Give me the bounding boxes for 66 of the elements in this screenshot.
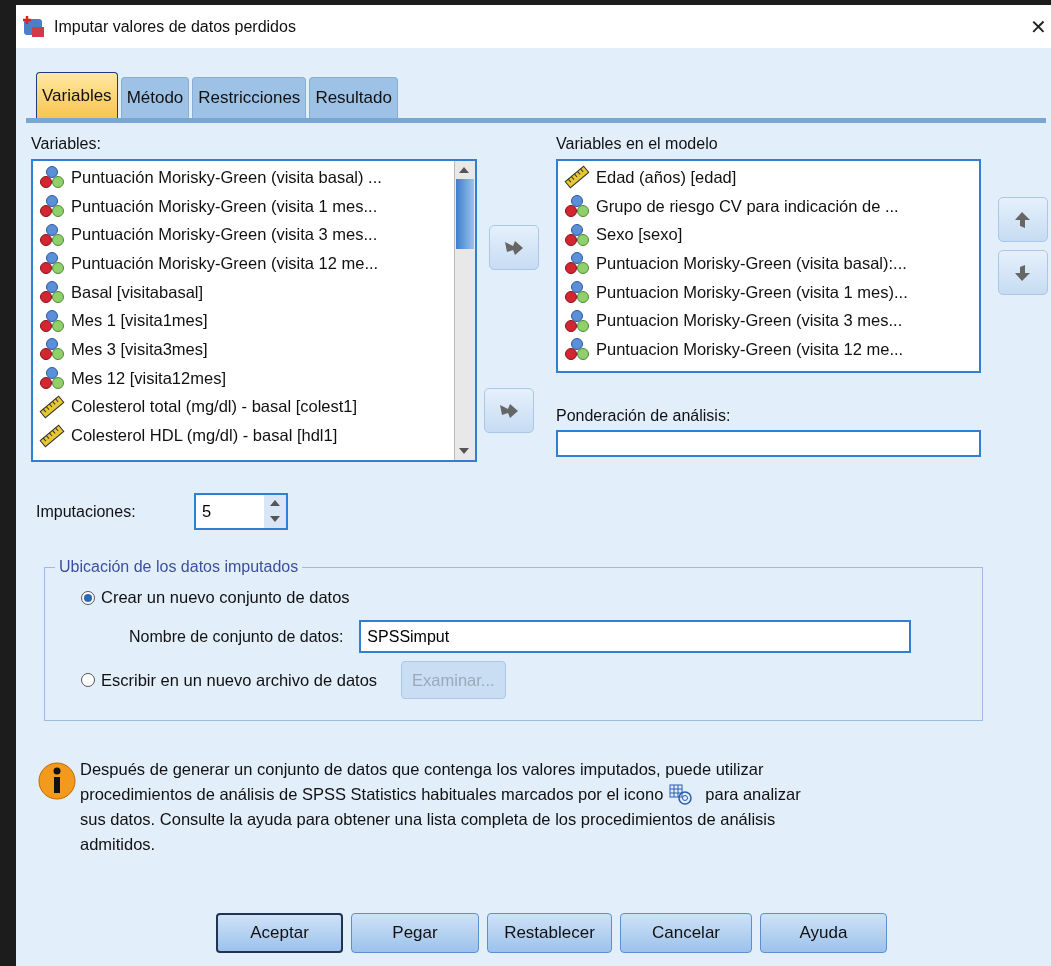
move-right-button[interactable] — [484, 388, 534, 433]
imputation-icon — [669, 783, 694, 806]
dialog-button[interactable]: Pegar — [351, 913, 479, 953]
variable-item[interactable]: Colesterol total (mg/dl) - basal [colest1] — [71, 397, 358, 417]
variable-item[interactable]: Puntuacion Morisky-Green (visita 3 mes... — [596, 311, 903, 331]
dialog-button[interactable]: Restablecer — [487, 913, 612, 953]
dialog-button[interactable]: Cancelar — [620, 913, 752, 953]
nominal-icon — [39, 308, 65, 333]
dialog-button[interactable]: Aceptar — [216, 913, 343, 953]
variables-label: Variables: — [31, 135, 102, 153]
tab[interactable]: Resultado — [309, 77, 398, 118]
dataset-name-field[interactable]: SPSSimput — [359, 620, 912, 653]
variable-item[interactable]: Puntuacion Morisky-Green (visita basal):... — [596, 253, 907, 273]
move-right-button[interactable] — [489, 225, 539, 270]
dialog-button[interactable]: Ayuda — [760, 913, 887, 953]
nominal-icon — [39, 337, 65, 362]
variable-item[interactable]: Puntuación Morisky-Green (visita basal) ... — [71, 167, 382, 187]
nominal-icon — [39, 165, 65, 190]
imputations-spinner[interactable]: 5 — [194, 493, 288, 530]
tab[interactable]: Método — [120, 77, 190, 118]
group-title: Ubicación de los datos imputados — [58, 558, 300, 576]
tab[interactable]: Restricciones — [192, 77, 307, 118]
weight-field[interactable] — [556, 430, 981, 457]
move-up-button[interactable] — [998, 197, 1048, 242]
variable-item[interactable]: Puntuación Morisky-Green (visita 12 me... — [71, 253, 379, 273]
variable-item[interactable]: Grupo de riesgo CV para indicación de ... — [596, 196, 899, 216]
tab[interactable]: Variables — [36, 72, 118, 118]
variable-item[interactable]: Edad (años) [edad] — [596, 167, 737, 187]
variable-item[interactable]: Colesterol HDL (mg/dl) - basal [hdl1] — [71, 426, 338, 446]
nominal-icon — [39, 280, 65, 305]
nominal-icon — [39, 222, 65, 247]
nominal-icon — [564, 251, 590, 276]
nominal-icon — [564, 280, 590, 305]
nominal-icon — [564, 222, 590, 247]
info-text: sus datos. Consulte la ayuda para obtener una lista completa de los procedimientos de análisis — [80, 809, 776, 830]
nominal-icon — [564, 337, 590, 362]
variable-item[interactable]: Puntuación Morisky-Green (visita 1 mes... — [71, 196, 378, 216]
variable-item[interactable]: Basal [visitabasal] — [71, 282, 204, 302]
variable-item[interactable]: Mes 3 [visita3mes] — [71, 339, 208, 359]
nominal-icon — [564, 308, 590, 333]
imputations-label: Imputaciones: — [36, 502, 137, 521]
nominal-icon — [564, 194, 590, 219]
variable-item[interactable]: Mes 12 [visita12mes] — [71, 368, 226, 388]
info-text: procedimientos de análisis de SPSS Statistics habituales marcados por el icono — [80, 784, 664, 805]
variable-item[interactable]: Mes 1 [visita1mes] — [71, 311, 208, 331]
window-title: Imputar valores de datos perdidos — [54, 17, 297, 36]
variable-item[interactable]: Puntuacion Morisky-Green (visita 12 me... — [596, 339, 904, 359]
variable-item[interactable]: Puntuación Morisky-Green (visita 3 mes... — [71, 225, 378, 245]
move-down-button[interactable] — [998, 250, 1048, 295]
nominal-icon — [39, 366, 65, 391]
dataset-name-label: Nombre de conjunto de datos: — [129, 627, 344, 646]
scrollbar[interactable] — [454, 161, 475, 460]
radio-option[interactable]: Crear un nuevo conjunto de datos — [81, 588, 982, 607]
app-icon — [22, 14, 46, 39]
close-icon[interactable]: ✕ — [1030, 14, 1047, 39]
info-text: para analizar — [705, 784, 801, 805]
info-text: admitidos. — [80, 834, 156, 855]
nominal-icon — [39, 251, 65, 276]
scroll-thumb[interactable] — [456, 179, 474, 249]
nominal-icon — [39, 194, 65, 219]
weight-label: Ponderación de análisis: — [556, 407, 732, 425]
variable-item[interactable]: Puntuacion Morisky-Green (visita 1 mes)... — [596, 282, 908, 302]
radio-option[interactable]: Escribir en un nuevo archivo de datos — [81, 670, 378, 690]
info-text: Después de generar un conjunto de datos que contenga los valores imputados, puede utilizar — [80, 759, 764, 780]
variable-item[interactable]: Sexo [sexo] — [596, 225, 683, 245]
model-label: Variables en el modelo — [556, 135, 719, 153]
